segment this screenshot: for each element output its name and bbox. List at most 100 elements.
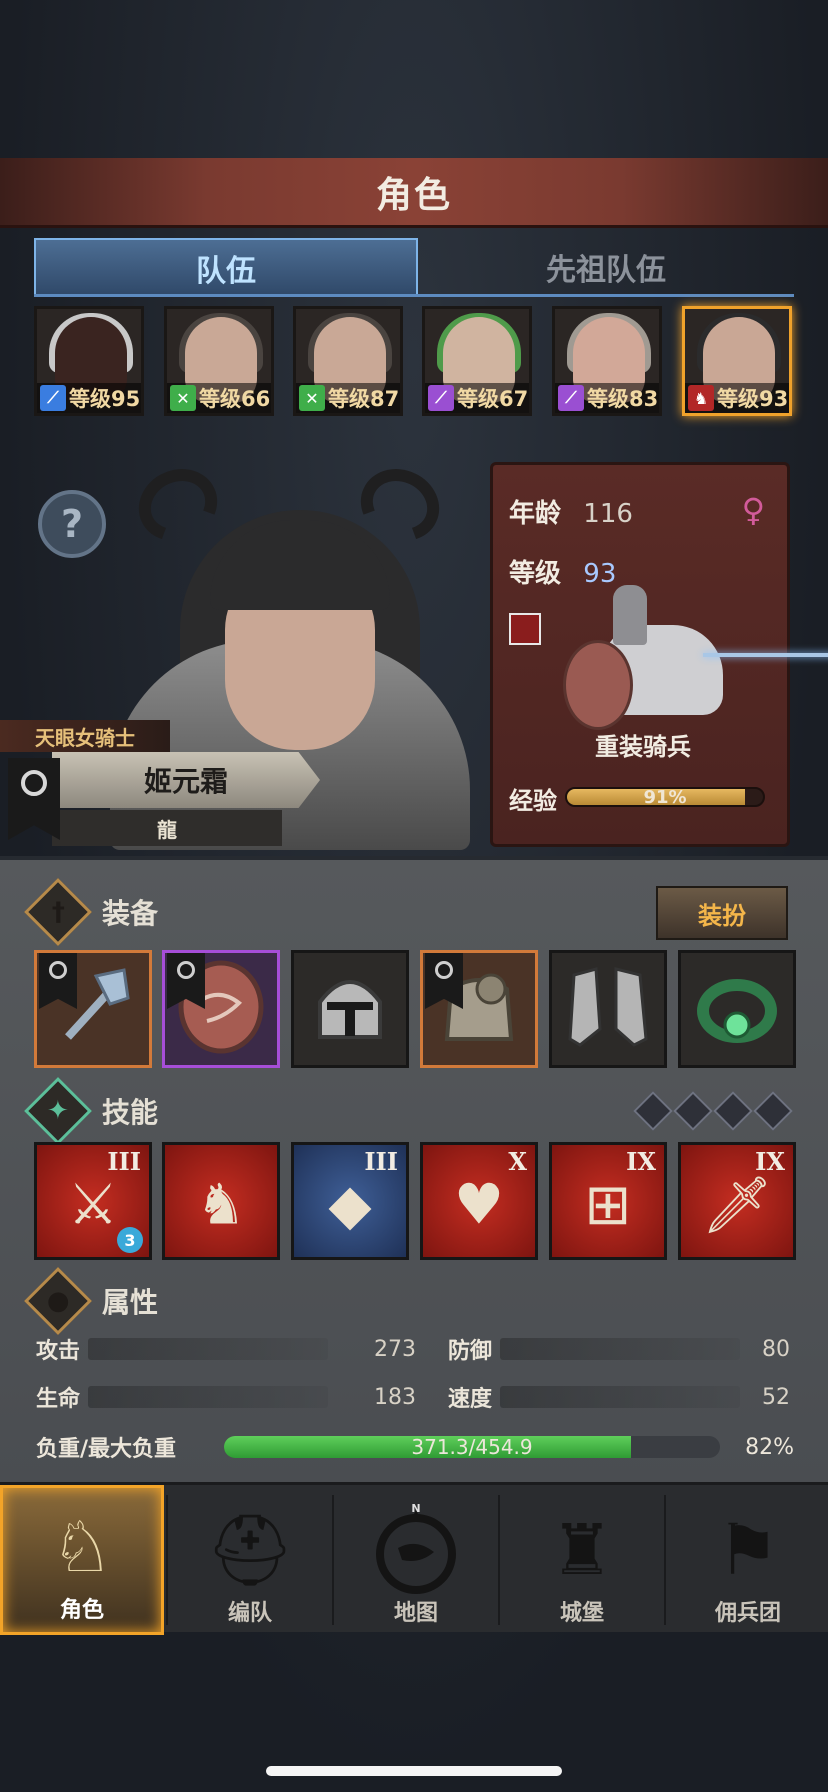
eye-icon — [21, 770, 47, 796]
party-member-6[interactable]: ♞ 等级93 — [682, 306, 792, 416]
skill-rank: III — [364, 1147, 398, 1176]
load-bar: 371.3/454.9 — [224, 1436, 720, 1458]
nav-mercenary[interactable]: ⚑ 佣兵团 — [666, 1485, 828, 1635]
skill-slot-indicators — [633, 1091, 793, 1131]
spear-icon: ⟋ — [40, 385, 66, 411]
defense-row: 防御 80 — [448, 1334, 792, 1365]
equipment-slot-helmet[interactable] — [291, 950, 409, 1068]
member-level-text: 等级67 — [457, 387, 529, 411]
staff-icon: ⟋ — [558, 385, 584, 411]
skill-1[interactable]: ⚔ III 3 — [34, 1142, 152, 1260]
speed-label: 速度 — [448, 1387, 493, 1412]
equipment-slot-ring[interactable] — [678, 950, 796, 1068]
age-row: 年龄 116 — [509, 493, 633, 530]
knight-icon: ♘ — [50, 1506, 114, 1588]
age-value: 116 — [583, 499, 633, 529]
crossbow-icon: ✕ — [170, 385, 196, 411]
attack-row: 攻击 273 — [36, 1334, 416, 1365]
title-bar: 角色 — [0, 158, 828, 228]
skill-2[interactable]: ♞ — [162, 1142, 280, 1260]
party-member-2[interactable]: ✕ 等级66 — [164, 306, 274, 416]
equipment-slot-shield[interactable] — [162, 950, 280, 1068]
hero-class-title: 天眼女骑士 — [0, 720, 170, 752]
nav-label: 角色 — [59, 1598, 104, 1623]
equipment-slot-weapon[interactable] — [34, 950, 152, 1068]
mount-unit-image — [553, 585, 828, 745]
party-member-4[interactable]: ⟋ 等级67 — [422, 306, 532, 416]
nav-label: 佣兵团 — [714, 1601, 781, 1626]
exp-label: 经验 — [509, 787, 557, 815]
faction-banner — [8, 758, 60, 840]
dumbbell-icon: ⊞ — [584, 1172, 632, 1238]
party-member-5[interactable]: ⟋ 等级83 — [552, 306, 662, 416]
shield-icon — [563, 640, 633, 730]
load-percent: 82% — [730, 1432, 794, 1462]
help-button[interactable]: ? — [38, 490, 106, 558]
nav-map[interactable]: N 地图 — [334, 1485, 498, 1635]
member-level-text: 等级87 — [328, 387, 400, 411]
staff-icon: ⟋ — [428, 385, 454, 411]
compass-map-icon: N — [368, 1502, 464, 1595]
member-level-text: 等级83 — [587, 387, 659, 411]
diamond-icon — [753, 1091, 793, 1131]
equipment-slot-armor[interactable] — [420, 950, 538, 1068]
nav-formation[interactable]: ⛑ 编队 — [168, 1485, 332, 1635]
nav-label: 编队 — [227, 1601, 272, 1626]
helmet-icon — [305, 962, 395, 1056]
equipment-title: 装备 — [102, 897, 159, 930]
helmet-icon: ⛑ — [205, 1508, 295, 1591]
horn-icon — [126, 456, 230, 554]
skill-rank: III — [107, 1147, 141, 1176]
stat-bar — [88, 1338, 328, 1360]
cross-icon: † — [24, 878, 92, 946]
skill-5[interactable]: ⊞ IX — [549, 1142, 667, 1260]
diamond-icon — [673, 1091, 713, 1131]
member-level-text: 等级95 — [69, 387, 141, 411]
skills-title: 技能 — [102, 1096, 159, 1129]
member-level: ⟋ 等级95 — [37, 383, 141, 413]
diamond-icon — [713, 1091, 753, 1131]
female-icon: ♀ — [741, 491, 765, 529]
diamond-icon — [633, 1091, 673, 1131]
skill-3[interactable]: ◆ III — [291, 1142, 409, 1260]
skill-rank: IX — [626, 1147, 656, 1176]
hp-row: 生命 183 — [36, 1382, 416, 1413]
party-roster: ⟋ 等级95 ✕ 等级66 ✕ 等级87 ⟋ 等级67 ⟋ 等级83 ♞ 等级9… — [34, 306, 794, 416]
nav-label: 地图 — [393, 1601, 438, 1626]
party-member-1[interactable]: ⟋ 等级95 — [34, 306, 144, 416]
age-label: 年龄 — [509, 499, 562, 529]
tab-divider — [34, 294, 794, 297]
attributes-title: 属性 — [102, 1286, 159, 1319]
compass-north-label: N — [411, 1502, 420, 1515]
home-indicator[interactable] — [266, 1766, 562, 1776]
exp-percent: 91% — [643, 787, 687, 807]
question-icon: ? — [60, 502, 84, 546]
cavalry-class-icon — [509, 613, 541, 645]
tab-team[interactable]: 队伍 — [34, 238, 418, 296]
load-row: 负重/最大负重 — [36, 1432, 216, 1462]
member-level-text: 等级93 — [717, 387, 789, 411]
member-level-text: 等级66 — [199, 387, 271, 411]
horse-icon: ♞ — [688, 385, 714, 411]
member-level: ♞ 等级93 — [685, 383, 789, 413]
nav-castle[interactable]: ♜ 城堡 — [500, 1485, 664, 1635]
star-icon: ✦ — [24, 1077, 92, 1145]
exp-bar: 91% — [565, 787, 765, 807]
skill-rank: X — [508, 1147, 527, 1176]
hero-name[interactable]: 姬元霜 — [52, 752, 320, 808]
tab-ancestor-team[interactable]: 先祖队伍 — [418, 238, 794, 296]
member-level: ⟋ 等级67 — [425, 383, 529, 413]
person-icon: ● — [24, 1267, 92, 1335]
hero-guild: 龍 — [52, 810, 282, 846]
party-member-3[interactable]: ✕ 等级87 — [293, 306, 403, 416]
stat-bar — [88, 1386, 328, 1408]
rider-icon — [613, 585, 647, 645]
skill-4[interactable]: ♥ X — [420, 1142, 538, 1260]
nav-character[interactable]: ♘ 角色 — [0, 1485, 164, 1635]
skill-6[interactable]: 🗡 IX — [678, 1142, 796, 1260]
heart-icon: ♥ — [453, 1172, 505, 1238]
speed-value: 52 — [762, 1384, 790, 1410]
sword-icon: 🗡 — [701, 1173, 773, 1239]
equipment-slot-greaves[interactable] — [549, 950, 667, 1068]
outfit-button[interactable]: 装扮 — [656, 886, 788, 940]
